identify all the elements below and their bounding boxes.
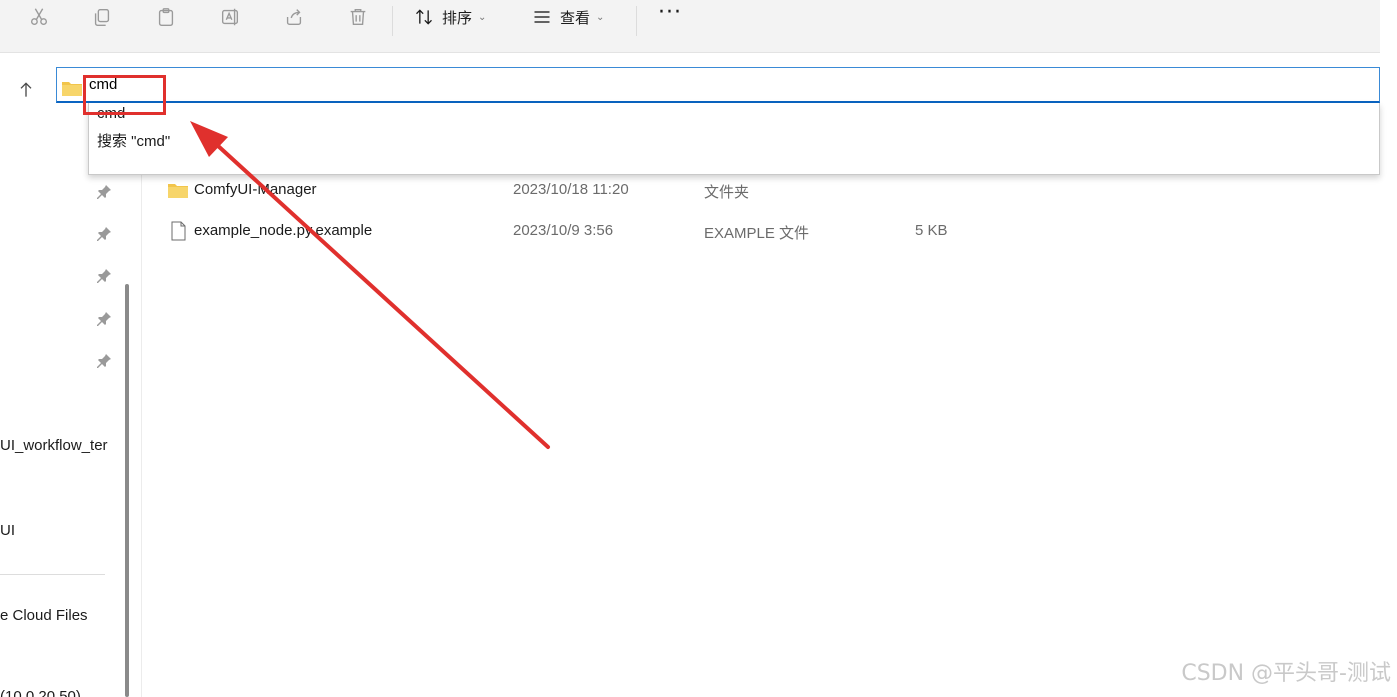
file-date: 2023/10/18 11:20 <box>513 181 629 198</box>
pin-icon[interactable] <box>96 184 112 200</box>
view-icon <box>534 11 550 23</box>
chevron-down-icon: ⌄ <box>478 11 487 23</box>
watermark: CSDN @平头哥-测试 <box>1181 661 1391 686</box>
nav-divider <box>0 574 105 575</box>
chevron-down-icon: ⌄ <box>596 11 605 23</box>
annotation-highlight-box <box>83 75 166 115</box>
nav-item-network[interactable]: (10.0.20.50) <box>0 688 81 697</box>
sort-icon <box>416 9 432 25</box>
address-bar[interactable]: cmd <box>56 67 1380 103</box>
address-suggestions-dropdown: cmd 搜索 "cmd" <box>88 103 1380 175</box>
toolbar-separator <box>636 6 637 36</box>
nav-scrollbar[interactable] <box>125 284 129 697</box>
nav-item-workflow[interactable]: UI_workflow_ter <box>0 437 108 454</box>
share-icon[interactable] <box>279 4 309 30</box>
suggestion-item-search[interactable]: 搜索 "cmd" <box>97 130 170 151</box>
navigation-pane: UI_workflow_ter UI e Cloud Files (10.0.2… <box>0 175 120 697</box>
sort-label: 排序 <box>442 8 473 27</box>
pin-icon[interactable] <box>96 353 112 369</box>
file-icon <box>171 221 186 241</box>
file-size: 5 KB <box>915 222 948 239</box>
more-options-button[interactable]: ··· <box>655 2 685 30</box>
folder-icon <box>168 184 188 198</box>
file-explorer-window: 排序 ⌄ 查看 ⌄ ··· cmd cmd 搜索 "cmd" UI_workfl… <box>0 0 1397 697</box>
pane-divider <box>141 175 142 697</box>
up-arrow-icon[interactable] <box>14 78 38 102</box>
view-menu-button[interactable]: 查看 ⌄ <box>532 4 604 30</box>
file-row[interactable]: ComfyUI-Manager 2023/10/18 11:20 文件夹 <box>165 177 1065 203</box>
file-name: ComfyUI-Manager <box>194 181 317 198</box>
pin-icon[interactable] <box>96 268 112 284</box>
rename-icon[interactable] <box>215 4 245 30</box>
sort-menu-button[interactable]: 排序 ⌄ <box>414 4 486 30</box>
paste-icon[interactable] <box>151 4 181 30</box>
pin-icon[interactable] <box>96 311 112 327</box>
file-name: example_node.py.example <box>194 222 373 239</box>
file-date: 2023/10/9 3:56 <box>513 222 614 239</box>
toolbar-separator <box>392 6 393 36</box>
command-bar: 排序 ⌄ 查看 ⌄ ··· <box>0 0 1380 53</box>
pin-icon[interactable] <box>96 226 112 242</box>
view-label: 查看 <box>560 8 591 27</box>
delete-icon[interactable] <box>343 4 373 30</box>
file-type: EXAMPLE 文件 <box>704 225 810 242</box>
cut-icon[interactable] <box>24 4 54 30</box>
nav-item-ui[interactable]: UI <box>0 522 15 539</box>
nav-item-cloud-files[interactable]: e Cloud Files <box>0 607 88 624</box>
file-type: 文件夹 <box>704 184 750 201</box>
folder-icon <box>62 82 82 96</box>
file-row[interactable]: example_node.py.example 2023/10/9 3:56 E… <box>165 218 1065 244</box>
copy-icon[interactable] <box>87 4 117 30</box>
